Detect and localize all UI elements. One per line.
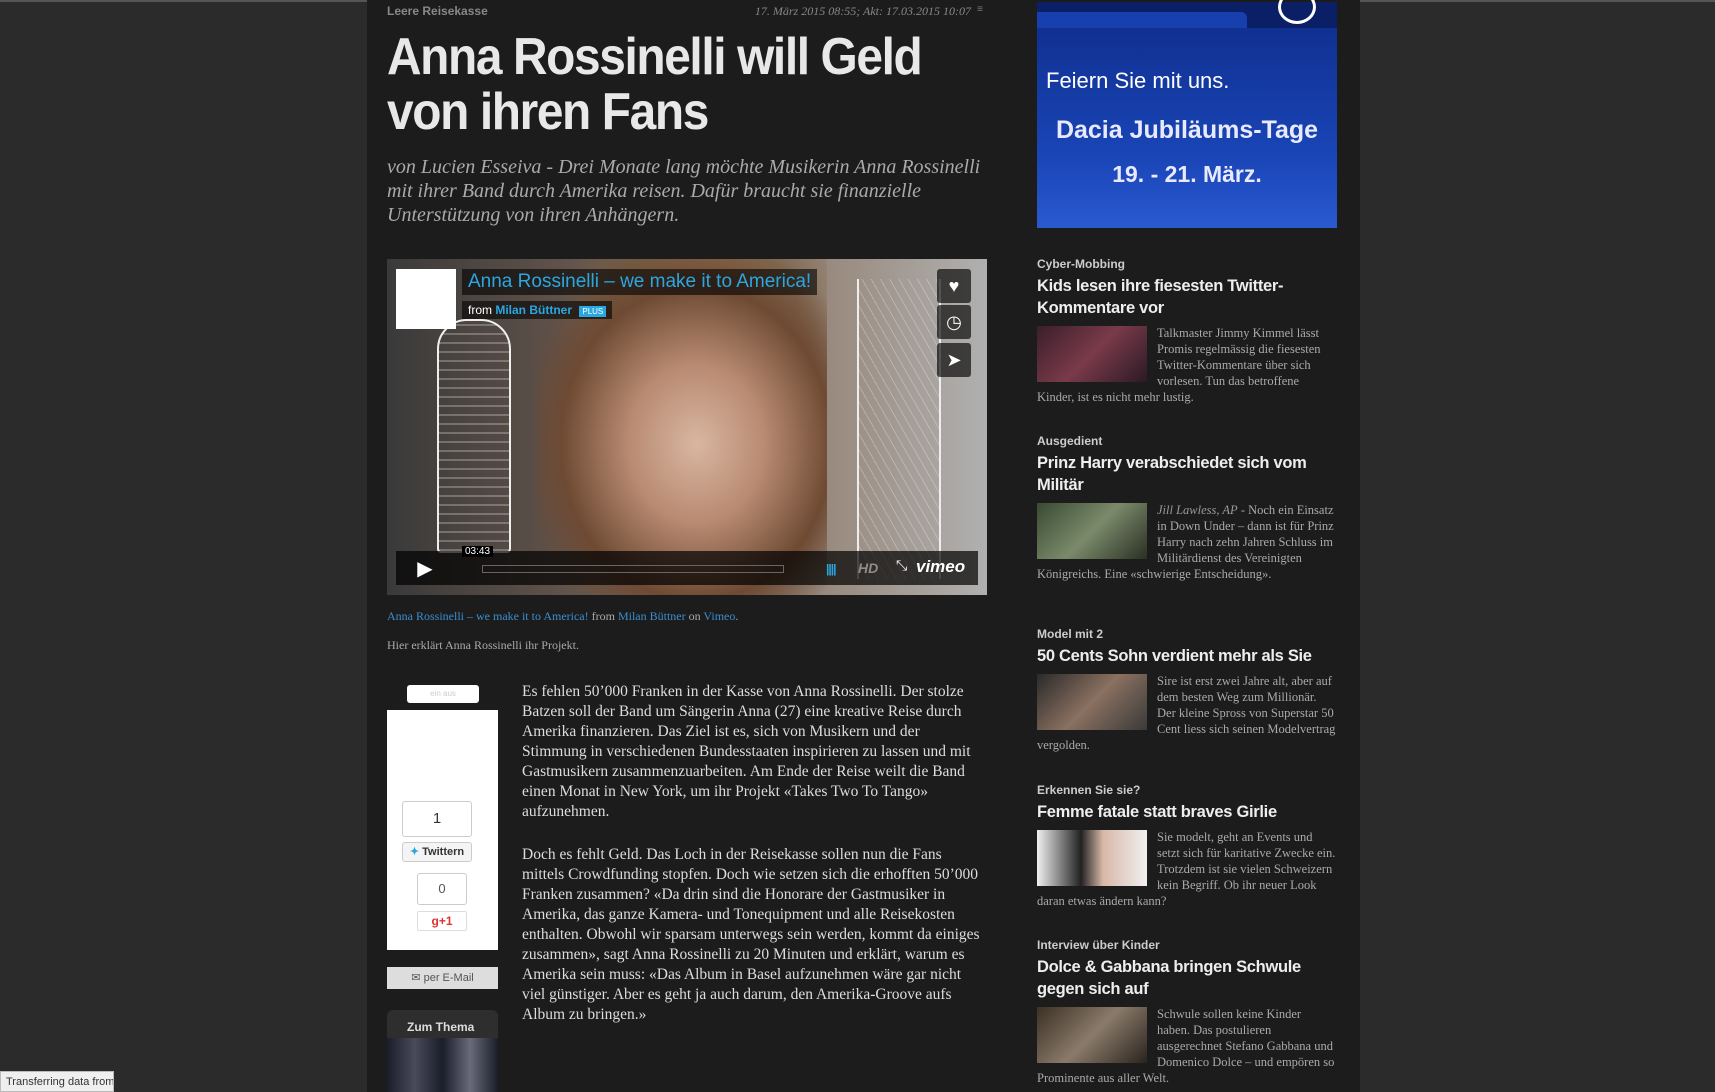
gplus-count: 0 [417, 873, 467, 905]
ad-line-1: Feiern Sie mit uns. [1046, 68, 1230, 93]
send-icon[interactable]: ➤ [937, 343, 971, 377]
teaser[interactable]: Erkennen Sie sie? Femme fatale statt bra… [1037, 783, 1337, 909]
teaser-image[interactable] [1037, 1007, 1147, 1063]
statue-of-liberty-drawing [857, 279, 941, 579]
credit-author-link[interactable]: Milan Büttner [618, 609, 686, 623]
video-controls: ▶ 03:43 |||| HD ⤡ vimeo [396, 546, 978, 585]
updated-label: Akt: [863, 4, 883, 18]
teaser-kicker: Interview über Kinder [1037, 938, 1160, 952]
related-topic-thumbnail[interactable] [387, 1038, 498, 1092]
envelope-icon: ✉ [411, 972, 421, 984]
fullscreen-icon[interactable]: ⤡ [896, 559, 907, 575]
video-author-portrait[interactable] [396, 269, 456, 329]
teaser-text-block: Jill Lawless, AP - Noch ein Einsatz in D… [1037, 502, 1337, 582]
ad-line-2: Dacia Jubiläums-Tage [1055, 116, 1319, 144]
teaser-title[interactable]: 50 Cents Sohn verdient mehr als Sie [1037, 645, 1337, 667]
volume-icon[interactable]: |||| [826, 562, 836, 576]
gplus-button[interactable]: g+1 [417, 911, 467, 931]
teaser-title[interactable]: Femme fatale statt braves Girlie [1037, 801, 1337, 823]
twitter-label: Twittern [422, 846, 465, 858]
teaser-title[interactable]: Kids lesen ihre fiesesten Twitter-Kommen… [1037, 275, 1337, 319]
teaser-text-block: Sire ist erst zwei Jahre alt, aber auf d… [1037, 673, 1337, 753]
teaser[interactable]: Model mit 2 50 Cents Sohn verdient mehr … [1037, 627, 1337, 753]
teaser-text-block: Sie modelt, geht an Events und setzt sic… [1037, 829, 1337, 909]
video-caption: Hier erklärt Anna Rossinelli ihr Projekt… [387, 638, 579, 652]
video-credit: Anna Rossinelli – we make it to America!… [387, 609, 738, 624]
teaser-author: Jill Lawless, AP [1157, 503, 1238, 517]
teaser-image[interactable] [1037, 674, 1147, 730]
teaser-kicker: Cyber-Mobbing [1037, 257, 1125, 271]
video-author-link[interactable]: Milan Büttner [495, 303, 572, 317]
vimeo-logo[interactable]: vimeo [916, 557, 965, 577]
teaser-text-block: Talkmaster Jimmy Kimmel lässt Promis reg… [1037, 325, 1337, 405]
social-toggle[interactable]: ein aus [407, 685, 479, 703]
updated-date: 17.03.2015 10:07 [886, 4, 971, 18]
teaser[interactable]: Cyber-Mobbing Kids lesen ihre fiesesten … [1037, 257, 1337, 405]
article-paragraph: Es fehlen 50’000 Franken in der Kasse vo… [522, 683, 971, 820]
related-topic-label: Zum Thema [407, 1020, 475, 1034]
published-date: 17. März 2015 08:55; [754, 4, 861, 18]
teaser-title[interactable]: Dolce & Gabbana bringen Schwule gegen si… [1037, 956, 1337, 1000]
clock-icon[interactable]: ◷ [937, 305, 971, 339]
page-content: Leere Reisekasse 17. März 2015 08:55; Ak… [367, 0, 1360, 1092]
credit-on: on [688, 609, 701, 623]
video-progress-track[interactable] [482, 565, 784, 573]
email-share-label: per E-Mail [423, 972, 474, 984]
teaser[interactable]: Interview über Kinder Dolce & Gabbana br… [1037, 938, 1337, 1086]
share-box: 1 ✦ Twittern 0 g+1 [387, 710, 498, 950]
tweet-count: 1 [402, 801, 472, 837]
hd-button[interactable]: HD [858, 560, 878, 576]
credit-from: from [591, 609, 615, 623]
article-dates: 17. März 2015 08:55; Akt: 17.03.2015 10:… [755, 4, 971, 19]
video-byline: from Milan Büttner PLUS [462, 301, 613, 319]
teaser-kicker: Ausgedient [1037, 434, 1103, 448]
video-from-label: from [468, 303, 492, 317]
browser-status-bar: Transferring data from [0, 1071, 114, 1092]
teaser-image[interactable] [1037, 503, 1147, 559]
teaser[interactable]: Ausgedient Prinz Harry verabschiedet sic… [1037, 434, 1337, 582]
twitter-button[interactable]: ✦ Twittern [402, 842, 472, 862]
credit-platform-link[interactable]: Vimeo [703, 609, 735, 623]
ad-line-3: 19. - 21. März. [1112, 161, 1262, 187]
credit-video-link[interactable]: Anna Rossinelli – we make it to America! [387, 609, 589, 623]
video-title[interactable]: Anna Rossinelli – we make it to America! [462, 269, 818, 295]
teaser-image[interactable] [1037, 830, 1147, 886]
teaser-kicker: Model mit 2 [1037, 627, 1104, 641]
article-kicker: Leere Reisekasse [387, 4, 488, 18]
article-lead: von Lucien Esseiva - Drei Monate lang mö… [387, 156, 981, 226]
article-meta: Leere Reisekasse 17. März 2015 08:55; Ak… [387, 4, 987, 20]
print-icon[interactable]: ≡ [977, 4, 983, 15]
teaser-image[interactable] [1037, 326, 1147, 382]
related-topic-box[interactable]: Zum Thema [387, 1010, 498, 1092]
teaser-title[interactable]: Prinz Harry verabschiedet sich vom Milit… [1037, 452, 1337, 496]
video-player[interactable]: Anna Rossinelli – we make it to America!… [387, 259, 987, 595]
twitter-icon: ✦ [409, 846, 420, 858]
article-body: Es fehlen 50’000 Franken in der Kasse vo… [522, 682, 987, 1048]
article-headline: Anna Rossinelli will Geld von ihren Fans [387, 28, 923, 141]
email-share-button[interactable]: ✉ per E-Mail [387, 967, 498, 989]
video-duration: 03:43 [462, 546, 494, 557]
teaser-text-block: Schwule sollen keine Kinder haben. Das p… [1037, 1006, 1337, 1086]
tower-drawing [437, 319, 511, 553]
credit-end: . [735, 609, 739, 623]
dacia-advertisement[interactable]: Feiern Sie mit uns. Dacia Jubiläums-Tage… [1037, 0, 1337, 228]
plus-badge: PLUS [579, 306, 607, 317]
article-paragraph: Doch es fehlt Geld. Das Loch in der Reis… [522, 846, 980, 1023]
teaser-kicker: Erkennen Sie sie? [1037, 783, 1141, 797]
play-icon[interactable]: ▶ [396, 551, 454, 585]
heart-icon[interactable]: ♥ [937, 269, 971, 303]
